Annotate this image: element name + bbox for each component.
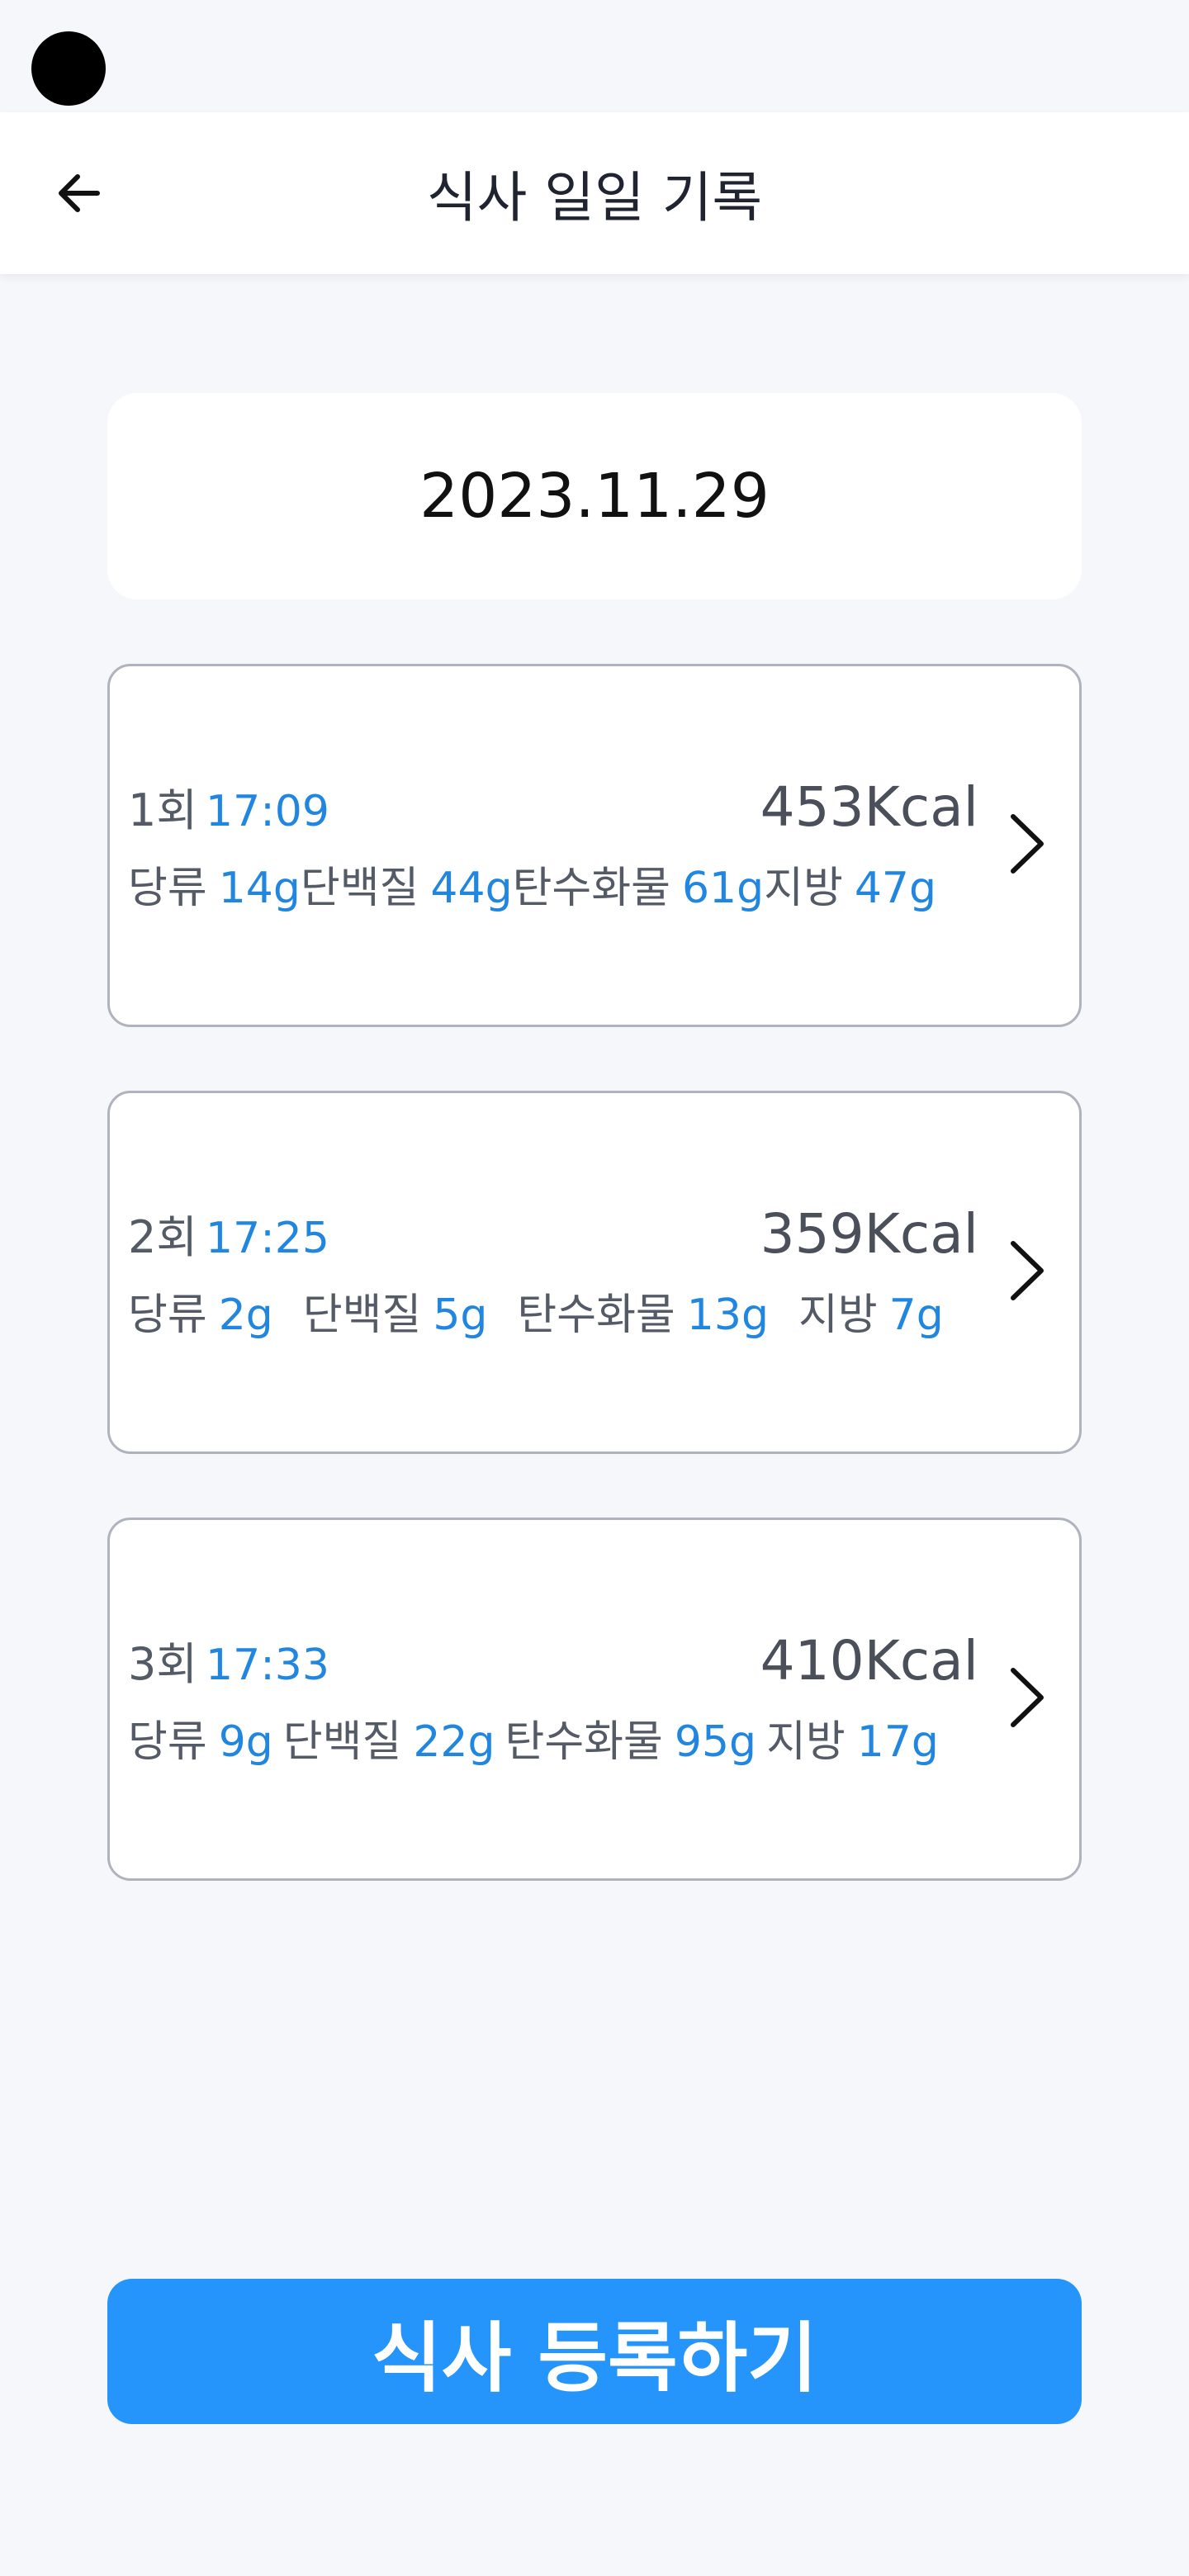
nutrient-protein: 단백질 5g — [303, 1290, 488, 1340]
app-bar: 식사 일일 기록 — [0, 112, 1189, 274]
status-bar — [0, 0, 1189, 112]
meal-kcal: 359Kcal — [760, 1202, 978, 1266]
nutrient-label: 탄수화물 — [512, 864, 670, 913]
nutrient-label: 지방 — [766, 1717, 846, 1767]
arrow-left-icon — [59, 174, 100, 212]
nutrient-fat: 지방 17g — [766, 1717, 939, 1767]
chevron-right-icon — [1011, 814, 1044, 874]
meal-header: 2회 17:25 — [128, 1200, 329, 1266]
nutrient-value: 7g — [888, 1290, 944, 1340]
meal-index-label: 1회 — [128, 784, 198, 836]
chevron-right-icon — [1011, 1241, 1044, 1300]
nutrient-carbs: 탄수화물 61g — [513, 864, 765, 913]
meal-card-3[interactable]: 3회 17:33 410Kcal 당류 9g 단백질 22g 탄수화물 95g 지방 17g — [107, 1518, 1082, 1881]
nutrient-row: 당류 2g 단백질 5g 탄수화물 13g 지방 7g — [128, 1280, 978, 1342]
nutrient-carbs: 탄수화물 13g — [517, 1290, 769, 1340]
nutrient-value: 14g — [218, 864, 301, 913]
nutrient-value: 9g — [218, 1717, 273, 1767]
nutrient-fat: 지방 47g — [764, 864, 936, 913]
meal-index-label: 3회 — [128, 1638, 198, 1690]
nutrient-carbs: 탄수화물 95g — [505, 1717, 757, 1767]
nutrient-label: 당류 — [128, 1717, 207, 1767]
nutrient-label: 탄수화물 — [517, 1290, 675, 1340]
meal-card-2[interactable]: 2회 17:25 359Kcal 당류 2g 단백질 5g 탄수화물 13g 지방 7g — [107, 1091, 1082, 1454]
meal-header: 3회 17:33 — [128, 1627, 329, 1693]
meal-time: 17:09 — [206, 787, 329, 836]
nutrient-label: 단백질 — [302, 1290, 422, 1340]
nutrient-value: 17g — [856, 1717, 939, 1767]
nutrient-value: 13g — [686, 1290, 769, 1340]
nutrient-value: 95g — [674, 1717, 757, 1767]
nutrient-value: 22g — [413, 1717, 495, 1767]
nutrient-value: 44g — [430, 864, 513, 913]
meal-card-1[interactable]: 1회 17:09 453Kcal 당류 14g단백질 44g탄수화물 61g지방 47g — [107, 664, 1082, 1027]
camera-cutout — [31, 31, 106, 106]
nutrient-label: 당류 — [128, 1290, 207, 1340]
nutrient-value: 2g — [218, 1290, 273, 1340]
nutrient-label: 단백질 — [282, 1717, 402, 1767]
page-title: 식사 일일 기록 — [426, 166, 763, 230]
nutrient-label: 당류 — [128, 864, 207, 913]
chevron-right-icon — [1011, 1668, 1044, 1727]
nutrient-sugar: 당류 2g — [128, 1290, 273, 1340]
nutrient-protein: 단백질 44g — [301, 864, 513, 913]
meal-kcal: 453Kcal — [760, 775, 978, 839]
meal-header: 1회 17:09 — [128, 774, 329, 839]
nutrient-fat: 지방 7g — [798, 1290, 944, 1340]
meal-time: 17:25 — [206, 1214, 329, 1263]
meal-kcal: 410Kcal — [760, 1629, 978, 1693]
nutrient-row: 당류 9g 단백질 22g 탄수화물 95g 지방 17g — [128, 1707, 978, 1769]
nutrient-sugar: 당류 9g — [128, 1717, 273, 1767]
date-display: 2023.11.29 — [107, 393, 1082, 599]
nutrient-protein: 단백질 22g — [283, 1717, 495, 1767]
nutrient-label: 지방 — [798, 1290, 878, 1340]
nutrient-value: 5g — [433, 1290, 488, 1340]
nutrient-label: 지방 — [764, 864, 843, 913]
nutrient-row: 당류 14g단백질 44g탄수화물 61g지방 47g — [128, 853, 978, 915]
nutrient-value: 47g — [854, 864, 937, 913]
meal-time: 17:33 — [206, 1641, 329, 1690]
meal-index-label: 2회 — [128, 1211, 198, 1263]
nutrient-label: 단백질 — [300, 864, 419, 913]
nutrient-value: 61g — [681, 864, 765, 913]
nutrient-label: 탄수화물 — [504, 1717, 663, 1767]
register-meal-button[interactable]: 식사 등록하기 — [107, 2279, 1082, 2424]
back-button[interactable] — [40, 154, 119, 233]
nutrient-sugar: 당류 14g — [128, 864, 301, 913]
